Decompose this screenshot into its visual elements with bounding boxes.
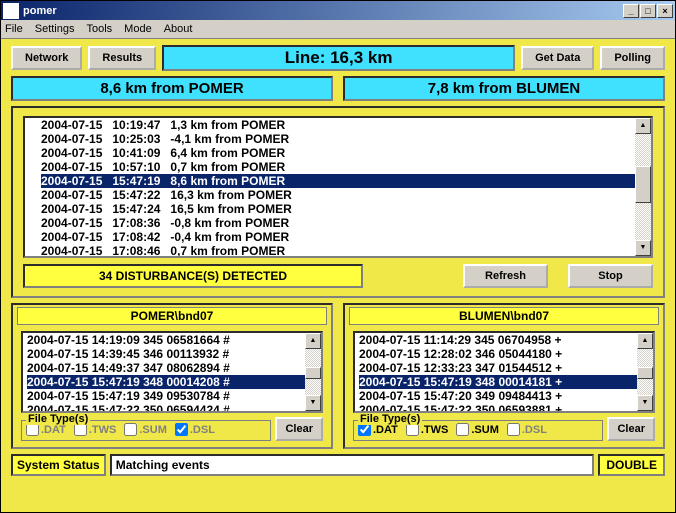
scroll-up-icon[interactable]: ▲ [305, 333, 321, 349]
file-row[interactable]: 2004-07-15 11:14:29 345 06704958 + [359, 333, 637, 347]
maximize-button[interactable]: □ [640, 4, 656, 18]
file-row[interactable]: 2004-07-15 14:19:09 345 06581664 # [27, 333, 305, 347]
filetype-legend: File Type(s) [26, 413, 90, 425]
blumen-panel: BLUMEN\bnd07 2004-07-15 11:14:29 345 067… [343, 303, 665, 449]
event-row[interactable]: 2004-07-15 17:08:42 -0,4 km from POMER [41, 230, 635, 244]
minimize-button[interactable]: _ [623, 4, 639, 18]
pomer-listbox[interactable]: 2004-07-15 14:19:09 345 06581664 #2004-0… [21, 331, 323, 413]
event-row[interactable]: 2004-07-15 15:47:22 16,3 km from POMER [41, 188, 635, 202]
pomer-panel: POMER\bnd07 2004-07-15 14:19:09 345 0658… [11, 303, 333, 449]
app-window: pomer _ □ × File Settings Tools Mode Abo… [0, 0, 676, 513]
blumen-panel-title: BLUMEN\bnd07 [349, 307, 659, 325]
pomer-panel-title: POMER\bnd07 [17, 307, 327, 325]
toolbar: Network Results Line: 16,3 km Get Data P… [11, 45, 665, 71]
scroll-down-icon[interactable]: ▼ [635, 240, 651, 256]
close-button[interactable]: × [657, 4, 673, 18]
pomer-sum-checkbox[interactable]: .SUM [124, 423, 167, 436]
event-row[interactable]: 2004-07-15 17:08:46 0,7 km from POMER [41, 244, 635, 256]
file-row[interactable]: 2004-07-15 15:47:20 349 09484413 + [359, 389, 637, 403]
pomer-scrollbar[interactable]: ▲ ▼ [305, 333, 321, 411]
event-row[interactable]: 2004-07-15 10:41:09 6,4 km from POMER [41, 146, 635, 160]
titlebar: pomer _ □ × [1, 1, 675, 20]
file-row[interactable]: 2004-07-15 14:39:45 346 00113932 # [27, 347, 305, 361]
blumen-clear-button[interactable]: Clear [607, 417, 655, 441]
content-area: Network Results Line: 16,3 km Get Data P… [1, 39, 675, 512]
scroll-up-icon[interactable]: ▲ [637, 333, 653, 349]
pomer-filetype-group: File Type(s) .DAT .TWS .SUM .DSL [21, 420, 271, 441]
results-button[interactable]: Results [88, 46, 156, 70]
line-banner: Line: 16,3 km [162, 45, 515, 71]
events-panel: 2004-07-15 10:19:47 1,3 km from POMER200… [11, 106, 665, 298]
event-row[interactable]: 2004-07-15 17:08:36 -0,8 km from POMER [41, 216, 635, 230]
events-listbox[interactable]: 2004-07-15 10:19:47 1,3 km from POMER200… [23, 116, 653, 258]
event-row[interactable]: 2004-07-15 15:47:24 16,5 km from POMER [41, 202, 635, 216]
km-from-pomer: 8,6 km from POMER [11, 76, 333, 101]
refresh-button[interactable]: Refresh [463, 264, 548, 288]
blumen-dsl-checkbox[interactable]: .DSL [507, 423, 547, 436]
status-label: System Status [11, 454, 106, 476]
event-row[interactable]: 2004-07-15 10:57:10 0,7 km from POMER [41, 160, 635, 174]
pomer-dsl-checkbox[interactable]: .DSL [175, 423, 215, 436]
file-row[interactable]: 2004-07-15 15:47:19 348 00014181 + [359, 375, 637, 389]
menu-mode[interactable]: Mode [124, 23, 152, 35]
blumen-scrollbar[interactable]: ▲ ▼ [637, 333, 653, 411]
event-row[interactable]: 2004-07-15 10:19:47 1,3 km from POMER [41, 118, 635, 132]
stop-button[interactable]: Stop [568, 264, 653, 288]
disturbance-count: 34 DISTURBANCE(S) DETECTED [23, 264, 363, 288]
events-scrollbar[interactable]: ▲ ▼ [635, 118, 651, 256]
scroll-down-icon[interactable]: ▼ [305, 395, 321, 411]
status-text: Matching events [110, 454, 595, 476]
app-icon [3, 3, 19, 19]
getdata-button[interactable]: Get Data [521, 46, 594, 70]
polling-button[interactable]: Polling [600, 46, 665, 70]
blumen-sum-checkbox[interactable]: .SUM [456, 423, 499, 436]
menubar: File Settings Tools Mode About [1, 20, 675, 39]
menu-tools[interactable]: Tools [86, 23, 112, 35]
file-row[interactable]: 2004-07-15 12:28:02 346 05044180 + [359, 347, 637, 361]
file-row[interactable]: 2004-07-15 12:33:23 347 01544512 + [359, 361, 637, 375]
menu-settings[interactable]: Settings [35, 23, 75, 35]
km-from-blumen: 7,8 km from BLUMEN [343, 76, 665, 101]
window-title: pomer [23, 5, 623, 17]
event-row[interactable]: 2004-07-15 10:25:03 -4,1 km from POMER [41, 132, 635, 146]
pomer-clear-button[interactable]: Clear [275, 417, 323, 441]
file-row[interactable]: 2004-07-15 14:49:37 347 08062894 # [27, 361, 305, 375]
menu-about[interactable]: About [164, 23, 193, 35]
file-row[interactable]: 2004-07-15 15:47:19 348 00014208 # [27, 375, 305, 389]
event-row[interactable]: 2004-07-15 15:47:19 8,6 km from POMER [41, 174, 635, 188]
blumen-filetype-group: File Type(s) .DAT .TWS .SUM .DSL [353, 420, 603, 441]
scroll-up-icon[interactable]: ▲ [635, 118, 651, 134]
network-button[interactable]: Network [11, 46, 82, 70]
blumen-listbox[interactable]: 2004-07-15 11:14:29 345 06704958 +2004-0… [353, 331, 655, 413]
status-double: DOUBLE [598, 454, 665, 476]
file-row[interactable]: 2004-07-15 15:47:19 349 09530784 # [27, 389, 305, 403]
filetype-legend: File Type(s) [358, 413, 422, 425]
file-row[interactable]: 2004-07-15 15:47:22 350 06594424 # [27, 403, 305, 411]
file-row[interactable]: 2004-07-15 15:47:22 350 06593881 + [359, 403, 637, 411]
menu-file[interactable]: File [5, 23, 23, 35]
scroll-down-icon[interactable]: ▼ [637, 395, 653, 411]
